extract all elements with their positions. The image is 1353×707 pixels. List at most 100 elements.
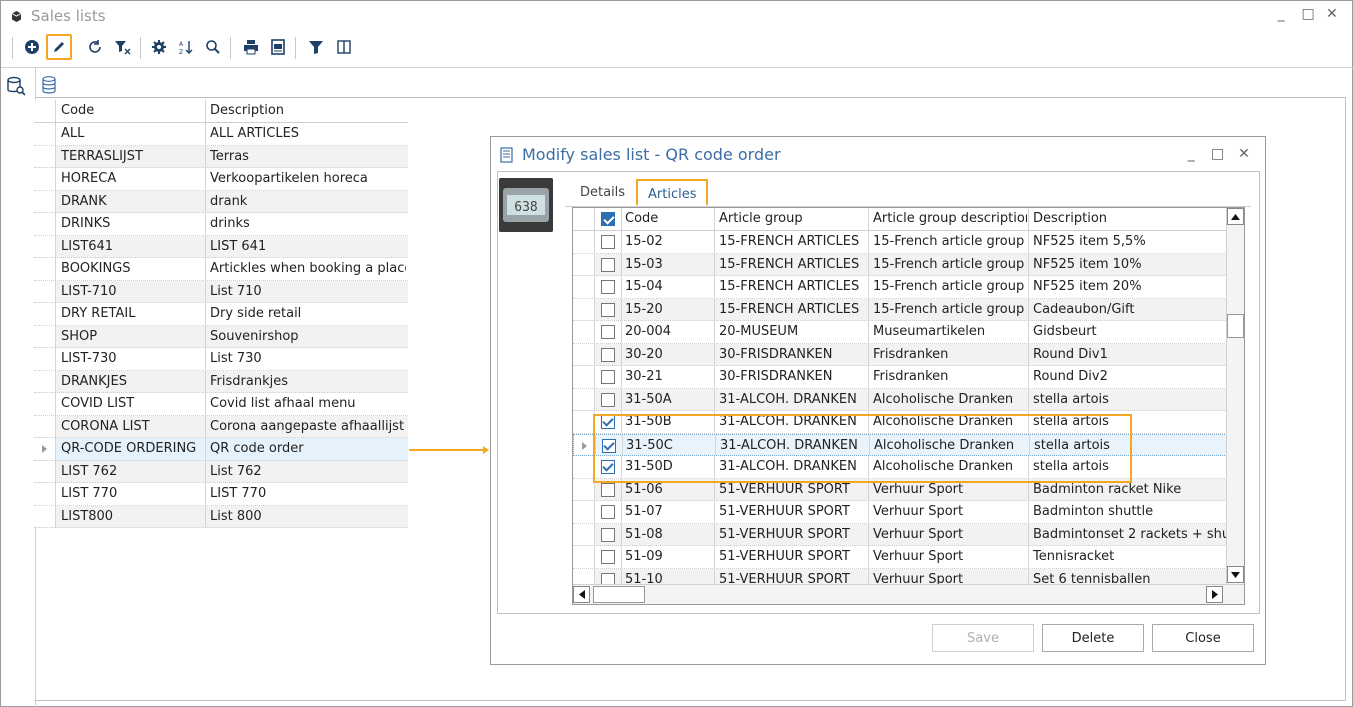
table-row[interactable]: LIST800 List 800 — [34, 505, 408, 528]
row-indicator — [34, 100, 56, 122]
print-button[interactable] — [238, 34, 264, 60]
article-group-description: Frisdranken — [873, 369, 949, 384]
article-group: 31-ALCOH. DRANKEN — [719, 391, 857, 407]
column-header-description[interactable]: Description — [1033, 211, 1233, 226]
table-row[interactable]: 31-50D 31-ALCOH. DRANKEN Alcoholische Dran… — [573, 456, 1233, 479]
row-checkbox[interactable] — [601, 325, 615, 339]
table-row[interactable]: 51-06 51-VERHUUR SPORT Verhuur Sport Badmin… — [573, 478, 1233, 501]
column-header-description[interactable]: Description — [210, 103, 406, 118]
table-row[interactable]: LIST 770 LIST 770 — [34, 483, 408, 506]
table-row[interactable]: 20-004 20-MUSEUM Museumartikelen Gidsbeurt — [573, 321, 1233, 344]
sort-button[interactable]: AZ — [173, 34, 199, 60]
filter-button[interactable] — [303, 34, 329, 60]
select-all-checkbox[interactable] — [601, 212, 615, 226]
table-row[interactable]: DRANKJES Frisdrankjes — [34, 370, 408, 393]
edit-button[interactable] — [46, 34, 72, 60]
table-row[interactable]: LIST-730 List 730 — [34, 348, 408, 371]
row-checkbox[interactable] — [601, 550, 615, 564]
table-row[interactable]: 51-07 51-VERHUUR SPORT Verhuur Sport Badmin… — [573, 501, 1233, 524]
row-checkbox[interactable] — [601, 235, 615, 249]
scroll-up-button[interactable] — [1227, 208, 1244, 225]
scroll-left-button[interactable] — [573, 586, 590, 603]
table-row[interactable]: LIST 762 List 762 — [34, 460, 408, 483]
table-row[interactable]: 31-50C 31-ALCOH. DRANKEN Alcoholische Dran… — [573, 433, 1233, 456]
columns-button[interactable] — [331, 34, 357, 60]
row-indicator — [34, 393, 56, 415]
tab-details[interactable]: Details — [570, 179, 635, 206]
grid-header: Code Description — [34, 100, 408, 123]
vertical-scroll-thumb[interactable] — [1227, 314, 1244, 338]
database-icon[interactable] — [41, 76, 57, 94]
refresh-button[interactable] — [82, 34, 108, 60]
save-button[interactable]: Save — [932, 624, 1034, 652]
column-header-article-group[interactable]: Article group — [719, 211, 865, 226]
column-header-code[interactable]: Code — [61, 103, 204, 118]
table-row[interactable]: 15-03 15-FRENCH ARTICLES 15-French article… — [573, 253, 1233, 276]
row-indicator — [574, 434, 596, 455]
clear-filter-button[interactable] — [110, 34, 136, 60]
horizontal-scroll-thumb[interactable] — [593, 586, 645, 603]
add-button[interactable] — [19, 34, 45, 60]
row-checkbox[interactable] — [601, 415, 615, 429]
row-checkbox[interactable] — [601, 505, 615, 519]
tab-articles[interactable]: Articles — [636, 179, 709, 206]
table-row[interactable]: 30-21 30-FRISDRANKEN Frisdranken Round Div2 — [573, 366, 1233, 389]
row-checkbox[interactable] — [602, 438, 616, 453]
scroll-right-button[interactable] — [1206, 586, 1223, 603]
table-row[interactable]: DRANK drank — [34, 190, 408, 213]
modify-sales-list-dialog: Modify sales list - QR code order _ □ ✕ … — [490, 136, 1266, 665]
column-header-code[interactable]: Code — [625, 211, 711, 226]
table-row[interactable]: HORECA Verkoopartikelen horeca — [34, 168, 408, 191]
table-row[interactable]: BOOKINGS Artickles when booking a place — [34, 258, 408, 281]
table-row[interactable]: CORONA LIST Corona aangepaste afhaallijst — [34, 415, 408, 438]
minimize-button[interactable]: _ — [1277, 6, 1291, 22]
row-checkbox[interactable] — [601, 257, 615, 272]
table-row[interactable]: LIST-710 List 710 — [34, 280, 408, 303]
row-checkbox[interactable] — [601, 280, 615, 294]
close-dialog-button[interactable]: Close — [1152, 624, 1254, 652]
table-row[interactable]: 31-50B 31-ALCOH. DRANKEN Alcoholische Dran… — [573, 411, 1233, 434]
table-row[interactable]: LIST641 LIST 641 — [34, 235, 408, 258]
table-row[interactable]: ALL ALL ARTICLES — [34, 123, 408, 146]
search-button[interactable] — [200, 34, 226, 60]
settings-button[interactable] — [146, 34, 172, 60]
table-row[interactable]: 51-09 51-VERHUUR SPORT Verhuur Sport Tennis… — [573, 546, 1233, 569]
table-row[interactable]: COVID LIST Covid list afhaal menu — [34, 393, 408, 416]
column-header-article-group-description[interactable]: Article group description — [873, 211, 1027, 226]
article-group-description: Alcoholische Dranken — [874, 437, 1015, 453]
vertical-scrollbar[interactable] — [1226, 208, 1244, 585]
sales-list-description: LIST 641 — [210, 238, 267, 254]
table-row[interactable]: 51-08 51-VERHUUR SPORT Verhuur Sport Badmin… — [573, 523, 1233, 546]
print-preview-button[interactable] — [265, 34, 291, 60]
svg-text:A: A — [179, 41, 184, 48]
horizontal-scrollbar[interactable] — [573, 584, 1244, 604]
row-checkbox[interactable] — [601, 527, 615, 542]
dialog-close-icon[interactable]: ✕ — [1233, 146, 1255, 162]
table-row[interactable]: DRINKS drinks — [34, 213, 408, 236]
row-checkbox[interactable] — [601, 370, 615, 384]
table-row[interactable]: TERRASLIJST Terras — [34, 145, 408, 168]
table-row[interactable]: 15-04 15-FRENCH ARTICLES 15-French article… — [573, 276, 1233, 299]
row-checkbox[interactable] — [601, 460, 615, 474]
row-checkbox[interactable] — [601, 482, 615, 497]
row-indicator — [34, 415, 56, 437]
article-group-description: 15-French article group — [873, 279, 1025, 294]
table-row[interactable]: 31-50A 31-ALCOH. DRANKEN Alcoholische Dran… — [573, 388, 1233, 411]
maximize-button[interactable]: □ — [1302, 6, 1316, 22]
dialog-minimize-button[interactable]: _ — [1180, 146, 1202, 162]
sales-list-code: LIST 770 — [61, 486, 118, 501]
delete-button[interactable]: Delete — [1042, 624, 1144, 652]
row-checkbox[interactable] — [601, 392, 615, 407]
table-row[interactable]: DRY RETAIL Dry side retail — [34, 303, 408, 326]
scroll-down-button[interactable] — [1227, 566, 1244, 583]
database-search-icon[interactable] — [6, 76, 26, 96]
table-row[interactable]: QR-CODE ORDERING QR code order — [34, 438, 408, 461]
table-row[interactable]: 15-02 15-FRENCH ARTICLES 15-French article… — [573, 231, 1233, 254]
row-checkbox[interactable] — [601, 347, 615, 362]
close-button[interactable]: ✕ — [1326, 6, 1340, 22]
row-checkbox[interactable] — [601, 302, 615, 317]
table-row[interactable]: SHOP Souvenirshop — [34, 325, 408, 348]
table-row[interactable]: 30-20 30-FRISDRANKEN Frisdranken Round Div1 — [573, 343, 1233, 366]
dialog-maximize-button[interactable]: □ — [1207, 146, 1229, 162]
table-row[interactable]: 15-20 15-FRENCH ARTICLES 15-French article… — [573, 298, 1233, 321]
